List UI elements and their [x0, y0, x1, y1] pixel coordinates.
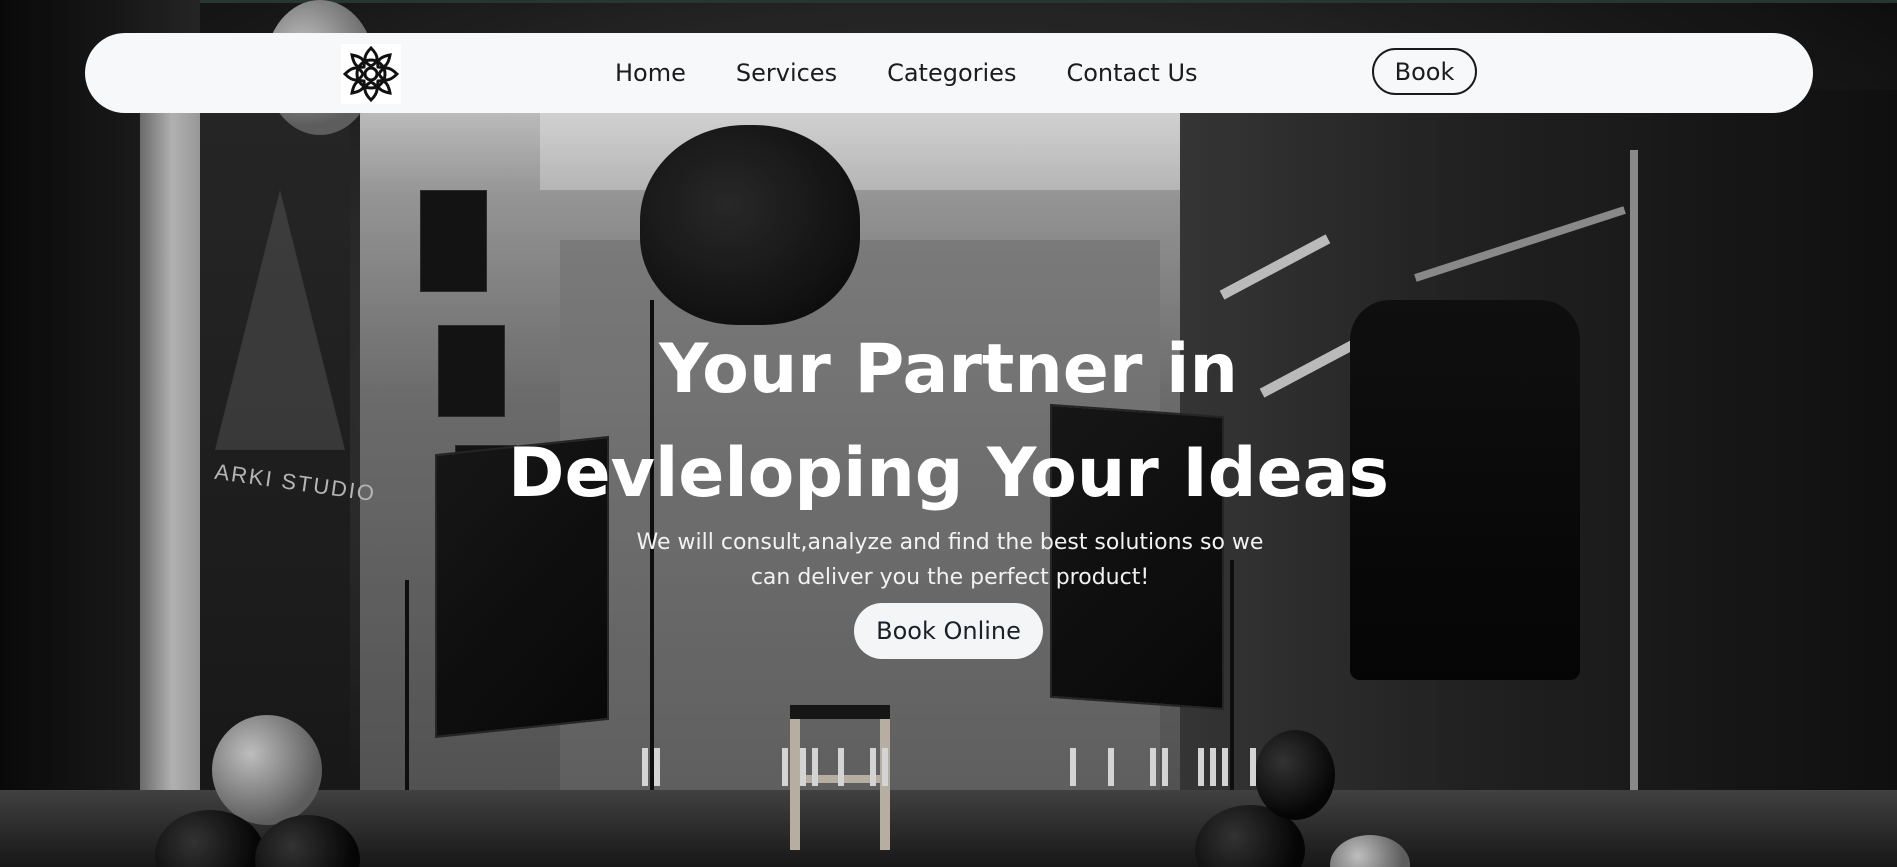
nav-link-categories[interactable]: Categories — [887, 59, 1016, 87]
hero-headline: Your Partner in Devleloping Your Ideas — [0, 318, 1897, 526]
hero-subtitle: We will consult,analyze and find the bes… — [636, 530, 1264, 590]
mandala-logo-icon[interactable] — [341, 44, 401, 104]
nav-link-contact-us[interactable]: Contact Us — [1066, 59, 1197, 87]
book-button[interactable]: Book — [1372, 48, 1477, 95]
book-online-button[interactable]: Book Online — [854, 603, 1043, 659]
navbar: Home Services Categories Contact Us Book — [85, 33, 1813, 113]
hero-headline-line-1: Your Partner in — [659, 330, 1238, 409]
nav-links: Home Services Categories Contact Us — [615, 33, 1248, 113]
nav-link-home[interactable]: Home — [615, 59, 686, 87]
nav-link-services[interactable]: Services — [736, 59, 837, 87]
hero-headline-line-2: Devleloping Your Ideas — [508, 434, 1389, 513]
